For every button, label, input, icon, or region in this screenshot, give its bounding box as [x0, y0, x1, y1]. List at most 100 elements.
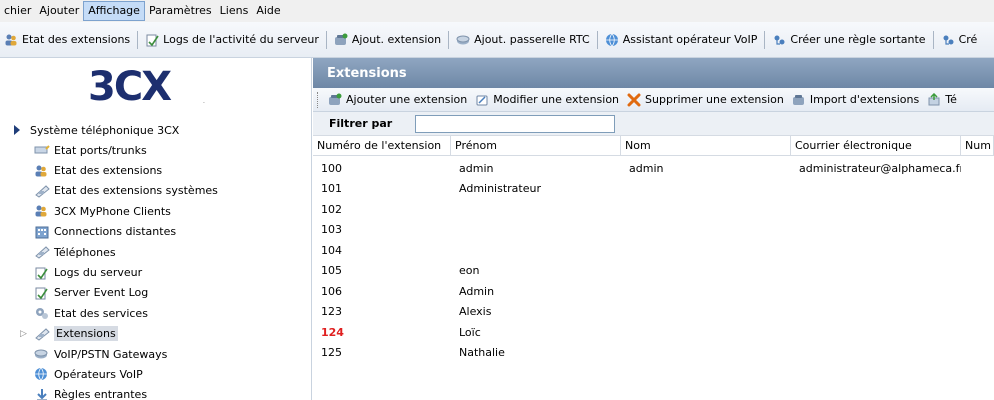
tree-item-label: Server Event Log — [54, 286, 149, 300]
tree-item-label: 3CX MyPhone Clients — [54, 204, 171, 218]
navigation-panel: 3CX . Système téléphonique 3CX Etat port… — [0, 58, 312, 400]
filter-input[interactable] — [415, 114, 615, 133]
cell-prenom: Administrateur — [459, 182, 541, 196]
toolbar-button-label: Logs de l'activité du serveur — [163, 33, 319, 46]
services-icon — [34, 306, 50, 320]
tree-item-label: Etat des services — [54, 306, 148, 320]
toolbar-separator — [764, 30, 766, 49]
extensions-grid: 100 admin admin administrateur@alphameca.fr… — [313, 156, 994, 363]
panel-toolbar: Ajouter une extension Modifier une extens… — [313, 88, 994, 112]
panel-action-3[interactable]: Import d'extensions — [788, 89, 923, 111]
cell-num: 104 — [321, 243, 342, 257]
tree-item[interactable]: ▷ Extensions — [0, 324, 311, 344]
panel-action-label: Supprimer une extension — [645, 93, 784, 106]
edit-icon — [475, 93, 489, 107]
cell-prenom: Admin — [459, 284, 495, 298]
toolbar-button-4[interactable]: Assistant opérateur VoIP — [601, 29, 762, 51]
toolbar-button-5[interactable]: Créer une règle sortante — [768, 29, 929, 51]
toolbar-separator — [448, 30, 450, 49]
import-icon — [792, 93, 806, 107]
tree-item[interactable]: Règles entrantes — [0, 385, 311, 400]
navigation-tree: Système téléphonique 3CX Etat ports/trun… — [0, 120, 311, 400]
cell-num: 101 — [321, 182, 342, 196]
tree-item-label: Connections distantes — [54, 225, 177, 239]
column-header[interactable]: Nom — [621, 136, 791, 155]
cell-email: administrateur@alphameca.fr — [799, 161, 961, 175]
users-icon — [4, 33, 18, 47]
tree-item[interactable]: Opérateurs VoIP — [0, 364, 311, 384]
tree-item[interactable]: Server Event Log — [0, 283, 311, 303]
menu-liens[interactable]: Liens — [216, 1, 253, 21]
toolbar-button-2[interactable]: Ajout. extension — [330, 29, 445, 51]
globe-icon — [605, 33, 619, 47]
table-row[interactable]: 106 Admin — [313, 281, 994, 302]
column-header[interactable]: Prénom — [451, 136, 621, 155]
menu-affichage[interactable]: Affichage — [83, 1, 145, 21]
logo-area: 3CX . — [0, 58, 311, 118]
tree-item[interactable]: Téléphones — [0, 242, 311, 262]
cell-prenom: eon — [459, 264, 480, 278]
menu-chier[interactable]: chier — [0, 1, 35, 21]
cell-num: 102 — [321, 202, 342, 216]
cell-prenom: Alexis — [459, 305, 492, 319]
tree-item-label: Extensions — [54, 326, 118, 342]
tree-item[interactable]: Etat des services — [0, 303, 311, 323]
toolbar-grip[interactable] — [317, 91, 320, 108]
column-header[interactable]: Courrier électronique — [791, 136, 961, 155]
tree-item[interactable]: Etat ports/trunks — [0, 140, 311, 160]
table-row[interactable]: 125 Nathalie — [313, 343, 994, 364]
toolbar-button-0[interactable]: Etat des extensions — [0, 29, 134, 51]
tree-item[interactable]: 3CX MyPhone Clients — [0, 201, 311, 221]
expand-arrow-icon[interactable]: ▷ — [20, 329, 27, 339]
toolbar-button-label: Etat des extensions — [22, 33, 131, 46]
panel-action-2[interactable]: Supprimer une extension — [623, 89, 788, 111]
tree-item[interactable]: Etat des extensions systèmes — [0, 181, 311, 201]
panel-title: Extensions — [313, 58, 994, 88]
toolbar-button-6[interactable]: Cré — [937, 29, 982, 51]
tree-item-label: Opérateurs VoIP — [54, 367, 143, 381]
toolbar-button-label: Ajout. extension — [351, 33, 442, 46]
add-phone-icon — [334, 33, 348, 47]
table-row[interactable]: 100 admin admin administrateur@alphameca.fr — [313, 158, 994, 179]
panel-action-label: Import d'extensions — [809, 93, 920, 106]
toolbar-button-label: Cré — [958, 33, 978, 46]
gateway-icon — [34, 347, 50, 361]
table-row[interactable]: 104 — [313, 240, 994, 261]
cell-nom: admin — [629, 161, 664, 175]
panel-action-4[interactable]: Té — [923, 89, 961, 111]
cell-num: 105 — [321, 264, 342, 278]
table-row[interactable]: 124 Loïc — [313, 322, 994, 343]
menu-parametres[interactable]: Paramètres — [145, 1, 216, 21]
toolbar-separator — [932, 30, 934, 49]
menu-bar: chier Ajouter Affichage Paramètres Liens Aide — [0, 0, 994, 22]
log-icon — [34, 286, 50, 300]
table-row[interactable]: 105 eon — [313, 261, 994, 282]
tree-item-label: Règles entrantes — [54, 388, 148, 400]
column-header[interactable]: Num — [961, 136, 994, 155]
table-row[interactable]: 103 — [313, 220, 994, 241]
tree-item-label: Etat des extensions — [54, 164, 163, 178]
expand-arrow-icon[interactable] — [14, 125, 20, 135]
toolbar-button-label: Assistant opérateur VoIP — [622, 33, 758, 46]
tree-item[interactable]: Etat des extensions — [0, 160, 311, 180]
cell-num: 106 — [321, 284, 342, 298]
column-header[interactable]: Numéro de l'extension — [313, 136, 451, 155]
panel-action-0[interactable]: Ajouter une extension — [324, 89, 471, 111]
tree-item[interactable]: Logs du serveur — [0, 262, 311, 282]
tree-item-label: VoIP/PSTN Gateways — [54, 347, 168, 361]
panel-action-1[interactable]: Modifier une extension — [471, 89, 623, 111]
tree-item[interactable]: Connections distantes — [0, 222, 311, 242]
table-row[interactable]: 102 — [313, 199, 994, 220]
menu-aide[interactable]: Aide — [252, 1, 284, 21]
cell-num: 125 — [321, 346, 342, 360]
toolbar-button-3[interactable]: Ajout. passerelle RTC — [452, 29, 594, 51]
rule-icon — [772, 33, 786, 47]
table-row[interactable]: 123 Alexis — [313, 302, 994, 323]
cell-num: 124 — [321, 325, 344, 339]
extensions-panel: Extensions Ajouter une extension Modifier… — [313, 58, 994, 400]
toolbar-button-1[interactable]: Logs de l'activité du serveur — [141, 29, 323, 51]
tree-item[interactable]: VoIP/PSTN Gateways — [0, 344, 311, 364]
menu-ajouter[interactable]: Ajouter — [35, 1, 83, 21]
table-row[interactable]: 101 Administrateur — [313, 179, 994, 200]
tree-root[interactable]: Système téléphonique 3CX — [0, 120, 311, 140]
